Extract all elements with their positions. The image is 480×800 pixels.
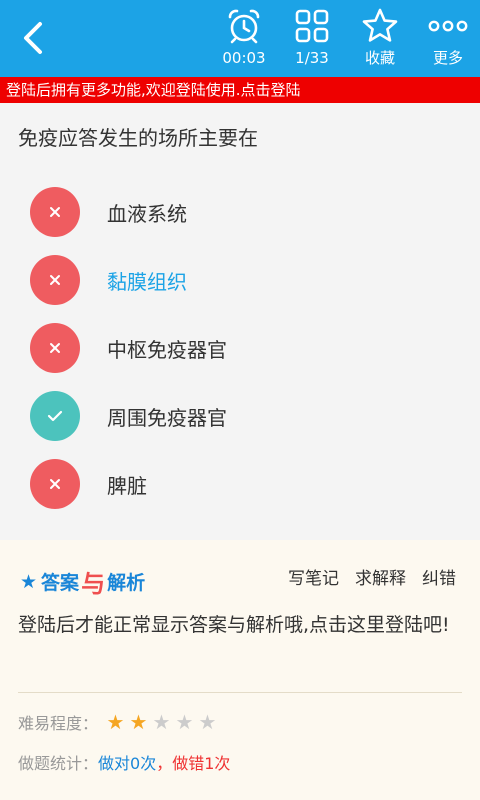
option-e[interactable]: 脾脏 — [30, 458, 450, 510]
difficulty-stars: ★ ★ ★ ★ ★ — [104, 710, 219, 734]
more-dots-icon — [428, 20, 468, 32]
cross-icon — [50, 207, 60, 217]
login-banner[interactable]: 登陆后拥有更多功能,欢迎登陆使用.点击登陆 — [0, 77, 480, 103]
wrong-mark — [30, 255, 80, 305]
back-button[interactable] — [14, 18, 54, 58]
chevron-left-icon — [24, 22, 42, 54]
more-label: 更多 — [432, 49, 463, 67]
alarm-clock-icon — [228, 9, 260, 44]
star-icon: ★ — [106, 710, 125, 734]
option-label: 中枢免疫器官 — [107, 337, 227, 362]
question-list-button[interactable]: 1/33 — [277, 6, 347, 72]
difficulty-row: 难易程度： ★ ★ ★ ★ ★ — [18, 710, 219, 734]
option-c[interactable]: 中枢免疫器官 — [30, 322, 450, 374]
stats-separator: ， — [156, 754, 173, 773]
cross-icon — [50, 479, 60, 489]
option-d[interactable]: 周围免疫器官 — [30, 390, 450, 442]
login-prompt-link[interactable]: 登陆后才能正常显示答案与解析哦,点击这里登陆吧! — [18, 610, 462, 641]
difficulty-label: 难易程度： — [18, 714, 99, 733]
favorite-label: 收藏 — [364, 49, 395, 67]
star-icon: ★ — [129, 710, 148, 734]
wrong-mark — [30, 459, 80, 509]
star-icon: ★ — [198, 710, 217, 734]
timer-button[interactable]: 00:03 — [209, 6, 279, 72]
grid-icon — [295, 9, 329, 43]
progress-label: 1/33 — [295, 49, 329, 67]
answer-title: ★ 答案 与 解析 — [20, 564, 145, 599]
option-label: 脾脏 — [107, 473, 147, 498]
answer-title-part3: 解析 — [107, 572, 146, 594]
wrong-mark — [30, 323, 80, 373]
divider — [18, 692, 462, 693]
answer-actions: 写笔记 求解释 纠错 — [288, 564, 456, 589]
answer-title-part2: 与 — [81, 570, 106, 598]
write-note-button[interactable]: 写笔记 — [288, 564, 339, 589]
top-toolbar: 00:03 1/33 收藏 更多 — [0, 0, 480, 77]
cross-icon — [50, 343, 60, 353]
wrong-mark — [30, 187, 80, 237]
star-icon: ★ — [20, 570, 38, 593]
correct-mark — [30, 391, 80, 441]
question-text: 免疫应答发生的场所主要在 — [18, 126, 258, 150]
option-label: 周围免疫器官 — [107, 405, 227, 430]
cross-icon — [50, 275, 60, 285]
request-explanation-button[interactable]: 求解释 — [355, 564, 406, 589]
stats-label: 做题统计： — [18, 754, 99, 773]
answer-panel: ★ 答案 与 解析 写笔记 求解释 纠错 登陆后才能正常显示答案与解析哦,点击这… — [0, 540, 480, 800]
answer-title-part1: 答案 — [41, 572, 80, 594]
check-icon — [47, 410, 63, 422]
report-error-button[interactable]: 纠错 — [422, 564, 456, 589]
favorite-button[interactable]: 收藏 — [345, 6, 415, 72]
option-label: 血液系统 — [107, 201, 187, 226]
star-icon: ★ — [175, 710, 194, 734]
timer-label: 00:03 — [222, 49, 266, 67]
option-label: 黏膜组织 — [107, 269, 187, 294]
star-outline-icon — [362, 8, 398, 42]
option-b[interactable]: 黏膜组织 — [30, 254, 450, 306]
stats-row: 做题统计：做对0次，做错1次 — [18, 750, 230, 774]
star-icon: ★ — [152, 710, 171, 734]
stats-correct: 做对0次 — [98, 754, 157, 773]
option-a[interactable]: 血液系统 — [30, 186, 450, 238]
more-button[interactable]: 更多 — [413, 6, 480, 72]
stats-wrong: 做错1次 — [172, 754, 231, 773]
